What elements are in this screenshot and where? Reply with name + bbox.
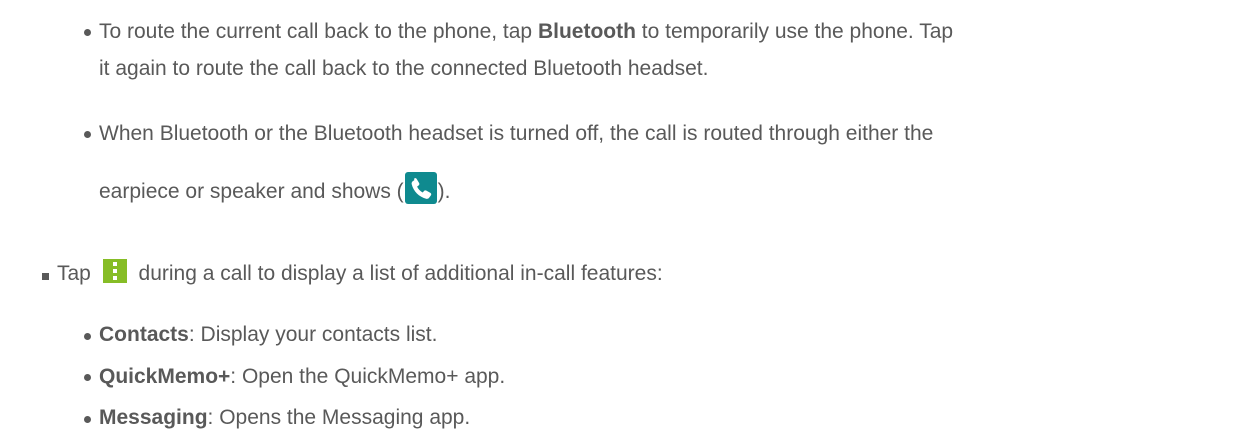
- bullet-dot: [84, 374, 91, 381]
- bluetooth-route-text-a: To route the current call back to the ph…: [99, 20, 538, 43]
- feature-desc: : Display your contacts list.: [188, 323, 438, 346]
- feature-contacts: Contacts: Display your contacts list.: [99, 323, 437, 347]
- phone-icon: [404, 172, 437, 204]
- bluetooth-off-line-2: earpiece or speaker and shows ().: [99, 172, 451, 204]
- manual-page: To route the current call back to the ph…: [0, 0, 1244, 439]
- feature-messaging: Messaging: Opens the Messaging app.: [99, 406, 470, 430]
- feature-desc: : Open the QuickMemo+ app.: [230, 365, 506, 388]
- bluetooth-keyword: Bluetooth: [537, 20, 636, 43]
- bluetooth-off-line-1: When Bluetooth or the Bluetooth headset …: [99, 122, 933, 146]
- menu-intro-text-b: during a call to display a list of addit…: [132, 262, 663, 285]
- bullet-dot: [84, 131, 91, 138]
- bluetooth-off-text-line1: When Bluetooth or the Bluetooth headset …: [99, 122, 934, 145]
- bluetooth-route-text-b: to temporarily use the phone. Tap: [635, 20, 954, 43]
- bluetooth-off-text-a: earpiece or speaker and shows (: [99, 180, 404, 203]
- bluetooth-route-line-2: it again to route the call back to the c…: [99, 57, 708, 81]
- menu-intro-line: Tap during a call to display a list of a…: [57, 259, 663, 286]
- feature-name: Contacts: [99, 323, 189, 346]
- more-options-icon: [102, 259, 127, 283]
- feature-name: QuickMemo+: [99, 365, 231, 388]
- feature-desc: : Opens the Messaging app.: [207, 406, 471, 429]
- menu-intro-text-a: Tap: [57, 262, 97, 285]
- bluetooth-off-text-b: ).: [437, 180, 451, 203]
- bullet-dot: [84, 29, 91, 36]
- bluetooth-route-line-1: To route the current call back to the ph…: [99, 20, 953, 44]
- feature-quickmemo: QuickMemo+: Open the QuickMemo+ app.: [99, 365, 505, 389]
- bluetooth-route-text-line2: it again to route the call back to the c…: [99, 57, 709, 80]
- bullet-square: [42, 273, 49, 280]
- bullet-dot: [84, 416, 91, 423]
- feature-name: Messaging: [99, 406, 208, 429]
- bullet-dot: [84, 333, 91, 340]
